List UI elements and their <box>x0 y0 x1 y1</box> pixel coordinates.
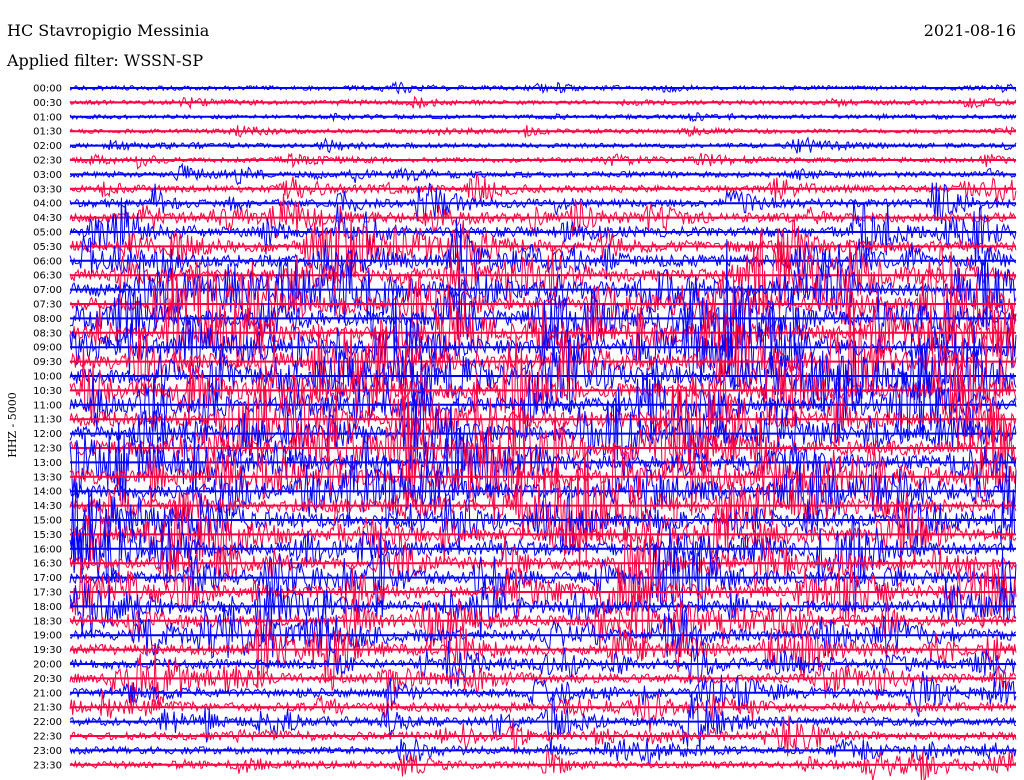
time-tick-label: 18:00 <box>33 602 62 613</box>
time-tick-label: 16:00 <box>33 544 62 555</box>
time-tick-label: 14:30 <box>33 501 62 512</box>
time-tick-label: 14:00 <box>33 487 62 498</box>
time-tick-label: 07:00 <box>33 285 62 296</box>
time-tick-label: 06:00 <box>33 256 62 267</box>
time-tick-label: 04:30 <box>33 213 62 224</box>
time-tick-label: 10:30 <box>33 386 62 397</box>
time-tick-label: 21:00 <box>33 688 62 699</box>
time-tick-label: 13:30 <box>33 472 62 483</box>
time-tick-label: 12:00 <box>33 429 62 440</box>
time-tick-label: 21:30 <box>33 703 62 714</box>
trace-row <box>69 514 1017 605</box>
time-tick-label: 20:00 <box>33 660 62 671</box>
time-tick-label: 22:30 <box>33 732 62 743</box>
time-tick-label: 01:30 <box>33 127 62 138</box>
time-tick-label: 00:00 <box>33 84 62 95</box>
time-tick-label: 09:30 <box>33 357 62 368</box>
trace-row <box>69 690 1017 733</box>
time-tick-label: 07:30 <box>33 300 62 311</box>
time-tick-label: 23:30 <box>33 760 62 771</box>
time-tick-label: 00:30 <box>33 98 62 109</box>
time-tick-label: 12:30 <box>33 444 62 455</box>
helicorder-chart: HC Stavropigio Messinia Applied filter: … <box>6 21 1017 780</box>
time-tick-label: 01:00 <box>33 112 62 123</box>
time-tick-label: 04:00 <box>33 199 62 210</box>
time-tick-label: 02:30 <box>33 156 62 167</box>
time-tick-label: 05:00 <box>33 228 62 239</box>
seismic-traces <box>69 80 1017 780</box>
time-tick-label: 15:00 <box>33 516 62 527</box>
time-tick-label: 02:00 <box>33 141 62 152</box>
time-tick-label: 10:00 <box>33 372 62 383</box>
time-tick-label: 17:00 <box>33 573 62 584</box>
time-tick-label: 03:30 <box>33 184 62 195</box>
time-tick-label: 03:00 <box>33 170 62 181</box>
time-tick-label: 17:30 <box>33 588 62 599</box>
time-tick-label: 15:30 <box>33 530 62 541</box>
time-tick-label: 18:30 <box>33 616 62 627</box>
time-tick-label: 23:00 <box>33 746 62 757</box>
time-tick-label: 11:00 <box>33 400 62 411</box>
y-axis-label: HHZ - 5000 <box>6 392 19 458</box>
time-tick-label: 06:30 <box>33 271 62 282</box>
time-tick-label: 08:00 <box>33 314 62 325</box>
chart-title: HC Stavropigio Messinia <box>7 21 210 40</box>
chart-date: 2021-08-16 <box>924 21 1016 40</box>
time-tick-label: 11:30 <box>33 415 62 426</box>
time-tick-label: 09:00 <box>33 343 62 354</box>
time-tick-label: 19:00 <box>33 631 62 642</box>
time-tick-label: 19:30 <box>33 645 62 656</box>
chart-subtitle: Applied filter: WSSN-SP <box>6 51 203 70</box>
time-tick-label: 16:30 <box>33 559 62 570</box>
time-tick-label: 20:30 <box>33 674 62 685</box>
time-tick-labels: 00:00 00:30 01:00 01:30 02:00 02:30 03:00 03:30… <box>33 84 62 772</box>
time-tick-label: 08:30 <box>33 328 62 339</box>
time-tick-label: 05:30 <box>33 242 62 253</box>
time-tick-label: 13:00 <box>33 458 62 469</box>
time-tick-label: 22:00 <box>33 717 62 728</box>
